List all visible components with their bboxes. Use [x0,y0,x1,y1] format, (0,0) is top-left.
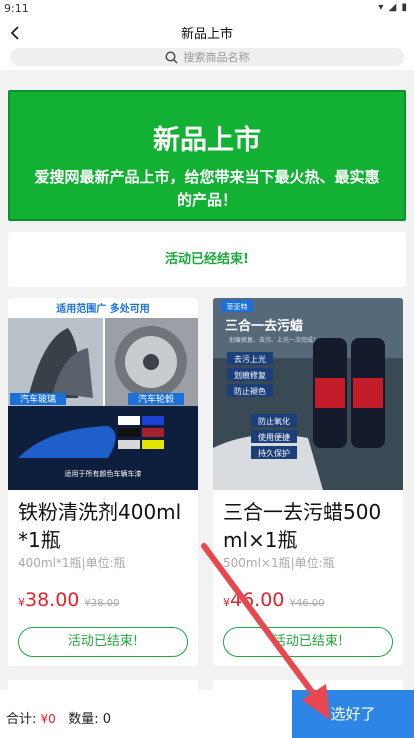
image-caption-top: 适用范围广 多处可用 [56,302,149,315]
activity-ended-button[interactable]: 活动已结束! [18,627,188,657]
image-feature: 去污上光 [234,354,266,364]
status-time: 9:11 [4,2,29,15]
image-subtitle: 划痕修复、去污、上光一次完成！ [229,336,319,344]
image-brand: 菲亚特 [227,302,248,311]
activity-ended-notice: 活动已经结束! [8,232,406,287]
price-currency: ¥ [223,596,230,609]
total-label: 合计: [6,712,37,727]
image-title: 三合一去污蜡 [225,318,303,334]
price-row: ¥38.00 ¥38.00 [8,589,198,611]
bottom-bar: 合计: ¥0 数量: 0 选好了 [0,690,414,738]
promo-banner: 新品上市 爱搜网最新产品上市，给您带来当下最火热、最实惠的产品！ [8,90,406,221]
count-value: 0 [102,712,112,727]
banner-title: 新品上市 [153,125,261,156]
count-label: 数量: [68,712,99,727]
product-name: 三合一去污蜡500ml×1瓶 [223,500,382,552]
battery-icon: ▮ [401,2,408,13]
price-current: 46.00 [230,589,285,611]
status-bar: 9:11 ▾ ◢ ▮ [0,0,414,18]
image-label-wheel: 汽车轮毂 [138,393,174,405]
search-icon [164,50,177,63]
search-placeholder: 搜索商品名称 [183,51,250,64]
image-feature: 使用便捷 [258,432,290,442]
image-feature: 持久保护 [258,448,290,458]
product-card[interactable]: 菲亚特 三合一去污蜡 划痕修复、去污、上光一次完成！ 去污上光 划痕修复 防止褪… [213,298,403,666]
product-card[interactable]: 适用范围广 多处可用 汽车玻璃 汽车轮毂 适用于所有颜色车辆车漆 铁粉清洗剂40… [8,298,198,666]
wifi-icon: ▾ [378,2,385,13]
banner-subtitle: 爱搜网最新产品上市，给您带来当下最火热、最实惠的产品！ [34,168,380,209]
search-bar[interactable]: 搜索商品名称 [10,48,404,66]
product-image: 适用范围广 多处可用 汽车玻璃 汽车轮毂 适用于所有颜色车辆车漆 [8,298,198,490]
image-caption-bottom: 适用于所有颜色车辆车漆 [65,469,142,478]
product-name: 铁粉清洗剂400ml*1瓶 [18,500,182,552]
image-feature: 防止褪色 [234,386,266,396]
signal-icon: ◢ [388,2,398,13]
header: 新品上市 搜索商品名称 [0,18,414,70]
image-feature: 防止氧化 [258,416,290,426]
activity-ended-button[interactable]: 活动已结束! [223,627,393,657]
cart-summary: 合计: ¥0 数量: 0 [6,708,111,727]
price-row: ¥46.00 ¥46.00 [213,589,403,611]
page-title: 新品上市 [180,27,233,42]
status-icons: ▾ ◢ ▮ [378,2,408,13]
price-original: ¥38.00 [84,598,120,609]
price-original: ¥46.00 [289,598,325,609]
price-currency: ¥ [18,596,25,609]
product-spec: 500ml×1瓶|单位:瓶 [223,556,335,570]
confirm-selection-button[interactable]: 选好了 [292,690,414,738]
total-value: ¥0 [40,712,56,726]
product-spec: 400ml*1瓶|单位:瓶 [18,556,126,570]
product-image: 菲亚特 三合一去污蜡 划痕修复、去污、上光一次完成！ 去污上光 划痕修复 防止褪… [213,298,403,490]
image-label-glass: 汽车玻璃 [20,393,56,405]
price-current: 38.00 [25,589,80,611]
image-feature: 划痕修复 [234,370,266,380]
